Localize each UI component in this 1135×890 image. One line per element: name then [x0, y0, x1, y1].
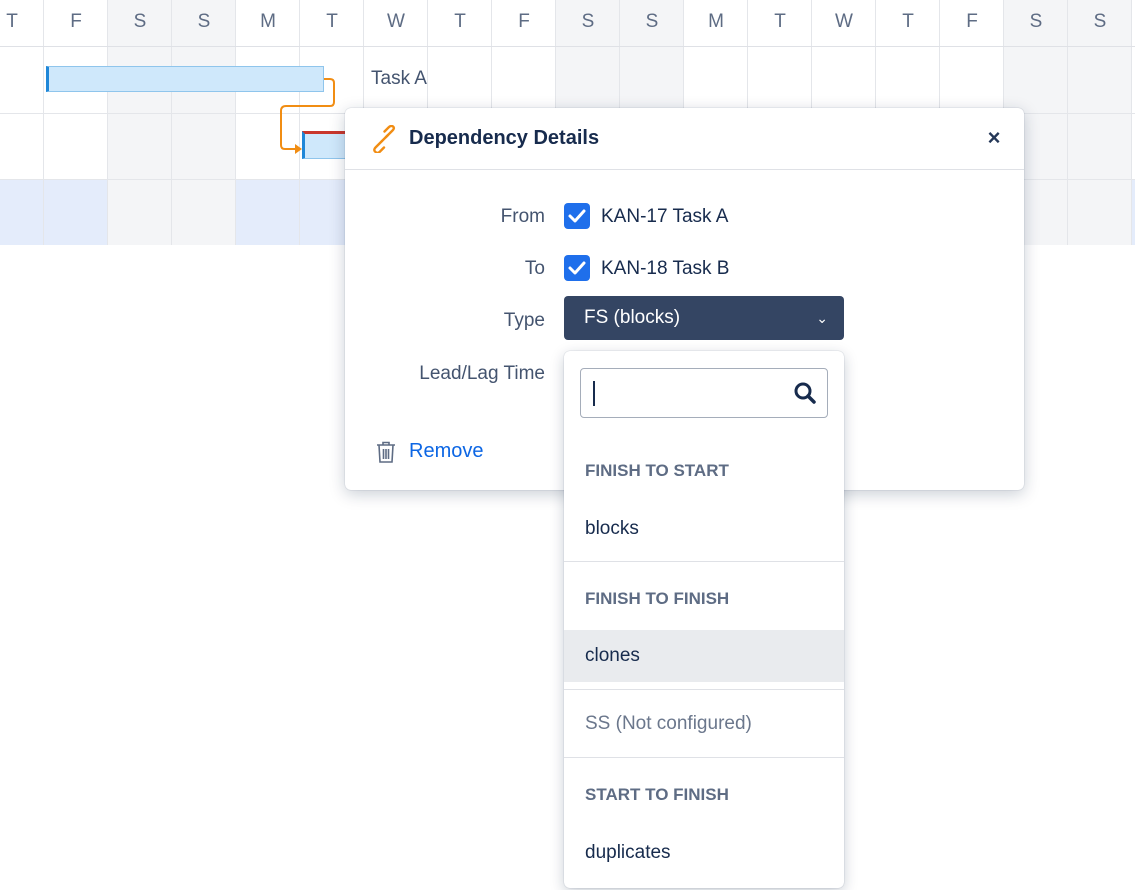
- option-clones[interactable]: clones: [564, 630, 844, 682]
- menu-separator: [564, 757, 844, 758]
- day-header: F: [518, 11, 530, 32]
- type-label: Type: [503, 310, 545, 331]
- to-label: To: [524, 258, 545, 279]
- link-icon: [373, 125, 396, 153]
- day-header: F: [966, 11, 978, 32]
- option-duplicates[interactable]: duplicates: [564, 827, 844, 879]
- trash-icon[interactable]: [375, 440, 397, 464]
- day-header: S: [1093, 11, 1107, 32]
- day-header: T: [774, 11, 786, 32]
- type-dropdown-menu: FINISH TO START blocks FINISH TO FINISH …: [564, 351, 844, 888]
- close-button[interactable]: ×: [980, 124, 1008, 152]
- remove-link[interactable]: Remove: [409, 440, 483, 463]
- from-checkbox[interactable]: [564, 203, 590, 229]
- option-ss-not-configured: SS (Not configured): [585, 713, 752, 734]
- day-header: T: [902, 11, 914, 32]
- search-icon: [794, 382, 816, 404]
- checkmark-icon: [568, 261, 586, 275]
- day-header: S: [645, 11, 659, 32]
- to-value: KAN-18 Task B: [601, 258, 730, 279]
- group-heading: FINISH TO FINISH: [585, 589, 730, 608]
- type-select[interactable]: FS (blocks) ⌄: [564, 296, 844, 340]
- option-blocks[interactable]: blocks: [564, 503, 844, 555]
- menu-search-input[interactable]: [591, 377, 785, 411]
- day-header: W: [835, 11, 853, 32]
- type-select-value: FS (blocks): [584, 307, 681, 328]
- day-header: T: [454, 11, 466, 32]
- from-label: From: [500, 206, 545, 227]
- menu-separator: [564, 561, 844, 562]
- to-checkbox[interactable]: [564, 255, 590, 281]
- menu-search-box[interactable]: [580, 368, 828, 418]
- menu-separator: [564, 689, 844, 690]
- dialog-title: Dependency Details: [409, 127, 600, 149]
- day-header: S: [1029, 11, 1043, 32]
- day-header: S: [581, 11, 595, 32]
- lead-lag-label: Lead/Lag Time: [419, 363, 545, 384]
- checkmark-icon: [568, 209, 586, 223]
- from-value: KAN-17 Task A: [601, 206, 729, 227]
- group-heading: START TO FINISH: [585, 785, 729, 804]
- chevron-down-icon: ⌄: [816, 310, 828, 326]
- day-header: M: [708, 11, 724, 32]
- dependency-arrow[interactable]: [0, 0, 400, 170]
- dialog-header: Dependency Details ×: [345, 108, 1024, 170]
- group-heading: FINISH TO START: [585, 461, 729, 480]
